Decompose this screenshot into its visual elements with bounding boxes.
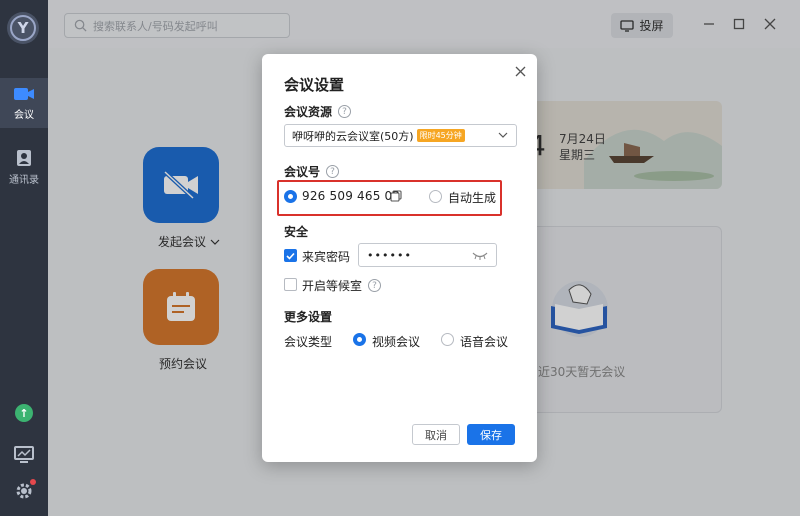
sidebar: Y 会议 通讯录 ↑ [0,0,48,516]
waiting-room-checkbox[interactable] [284,278,297,291]
video-meeting-radio[interactable] [353,333,366,346]
help-icon[interactable]: ? [326,165,340,178]
help-icon[interactable]: ? [338,105,352,118]
video-camera-icon [14,87,34,100]
password-value: •••••• [367,248,412,262]
chevron-down-icon [498,132,508,138]
meeting-id-heading-text: 会议号 [284,165,321,179]
copy-icon[interactable] [390,190,402,202]
app-logo: Y [7,12,39,44]
meeting-settings-dialog: 会议设置 会议资源 ? 咿呀咿的云会议室(50方) 限时45分钟 会议号 ? 9… [262,54,537,462]
eye-closed-icon[interactable] [472,251,488,260]
sidebar-item-label: 会议 [14,109,34,121]
cancel-button[interactable]: 取消 [412,424,460,445]
resource-heading-text: 会议资源 [284,105,333,119]
settings-button[interactable] [12,479,36,503]
monitor-button[interactable] [12,443,36,467]
guest-password-checkbox[interactable] [284,249,297,262]
checkmark-icon [286,252,295,260]
save-button[interactable]: 保存 [467,424,515,445]
guest-password-input[interactable]: •••••• [358,243,497,267]
meeting-id-heading: 会议号 ? [284,163,340,180]
dialog-title: 会议设置 [284,76,345,94]
sidebar-item-label: 通讯录 [9,174,39,186]
meeting-id-value: 926 509 465 02 [302,189,401,203]
upgrade-button[interactable]: ↑ [12,401,36,425]
resource-select-value: 咿呀咿的云会议室(50方) [292,129,414,143]
waiting-room-label: 开启等候室 ? [302,277,382,294]
guest-password-label: 来宾密码 [302,250,351,264]
personal-id-radio[interactable] [284,190,297,203]
logo-letter: Y [10,15,36,41]
audio-meeting-label: 语音会议 [460,335,509,349]
auto-generate-radio[interactable] [429,190,442,203]
audio-meeting-radio[interactable] [441,333,454,346]
resource-heading: 会议资源 ? [284,103,352,120]
security-heading: 安全 [284,225,309,239]
time-limit-badge: 限时45分钟 [416,129,465,142]
contacts-icon [17,149,31,166]
video-meeting-label: 视频会议 [372,335,421,349]
sidebar-item-contacts[interactable]: 通讯录 [0,142,48,192]
notification-dot [30,479,36,485]
more-settings-heading: 更多设置 [284,310,333,324]
sidebar-item-meeting[interactable]: 会议 [0,78,48,128]
meeting-type-label: 会议类型 [284,335,333,349]
waiting-room-text: 开启等候室 [302,279,363,293]
monitor-chart-icon [14,446,34,463]
upgrade-icon: ↑ [15,404,33,422]
auto-generate-label: 自动生成 [448,191,497,205]
resource-select[interactable]: 咿呀咿的云会议室(50方) 限时45分钟 [284,124,517,147]
dialog-close-button[interactable] [513,64,527,78]
help-icon[interactable]: ? [368,279,382,292]
close-icon [515,66,525,76]
